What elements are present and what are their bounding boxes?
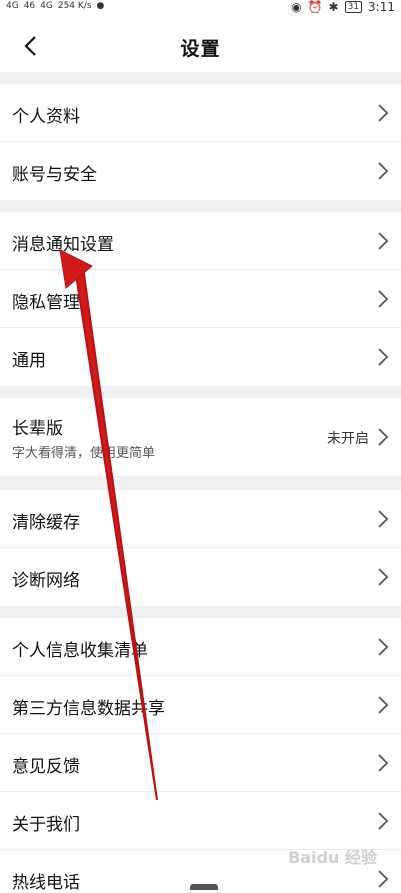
settings-item-notifications[interactable]: 消息通知设置 <box>0 212 401 270</box>
settings-item-description: 字大看得清，使用更简单 <box>12 446 156 461</box>
signal-label-2: 46 <box>23 1 36 11</box>
status-bar: 4G 46 4G 254 K/s ● ◉ ⏰ ✱ 31 3:11 <box>0 0 401 20</box>
settings-item-label: 通用 <box>12 351 46 371</box>
chevron-right-icon <box>378 568 389 586</box>
network-speed: 254 K/s <box>57 1 92 11</box>
settings-item-label: 第三方信息数据共享 <box>12 699 165 719</box>
chevron-right-icon <box>378 104 389 122</box>
settings-item-label: 热线电话 <box>12 873 80 893</box>
bottom-handle <box>190 884 218 890</box>
settings-item-label: 意见反馈 <box>12 757 80 777</box>
settings-item-label: 消息通知设置 <box>12 235 114 255</box>
chevron-right-icon <box>378 696 389 714</box>
settings-item-profile[interactable]: 个人资料 <box>0 84 401 142</box>
chevron-right-icon <box>378 870 389 888</box>
section-separator <box>0 72 401 84</box>
signal-label-1: 4G <box>6 1 19 11</box>
settings-item-about[interactable]: 关于我们 <box>0 792 401 850</box>
settings-item-label: 长辈版 <box>12 419 63 439</box>
chevron-right-icon <box>378 232 389 250</box>
settings-item-network-diagnosis[interactable]: 诊断网络 <box>0 548 401 606</box>
settings-item-label: 个人信息收集清单 <box>12 641 148 661</box>
chevron-right-icon <box>378 812 389 830</box>
section-separator <box>0 200 401 212</box>
alarm-icon: ⏰ <box>307 0 323 14</box>
section-separator <box>0 386 401 398</box>
settings-item-general[interactable]: 通用 <box>0 328 401 386</box>
status-bar-right: ◉ ⏰ ✱ 31 3:11 <box>291 0 395 14</box>
chevron-right-icon <box>378 348 389 366</box>
settings-item-label: 清除缓存 <box>12 513 80 533</box>
bluetooth-icon: ✱ <box>328 0 339 14</box>
settings-item-label: 账号与安全 <box>12 165 97 185</box>
watermark: Baidu 经验 <box>288 848 377 867</box>
chevron-right-icon <box>378 290 389 308</box>
chevron-right-icon <box>378 510 389 528</box>
section-separator <box>0 606 401 618</box>
top-bar: 设置 <box>0 20 401 72</box>
settings-item-account-security[interactable]: 账号与安全 <box>0 142 401 200</box>
chevron-right-icon <box>378 428 389 446</box>
settings-item-info-collection[interactable]: 个人信息收集清单 <box>0 618 401 676</box>
settings-item-label: 关于我们 <box>12 815 80 835</box>
chevron-right-icon <box>378 162 389 180</box>
page-title: 设置 <box>180 38 221 60</box>
chat-bubble-icon: ● <box>96 1 105 11</box>
settings-item-third-party-sharing[interactable]: 第三方信息数据共享 <box>0 676 401 734</box>
status-bar-left: 4G 46 4G 254 K/s ● <box>6 1 104 11</box>
status-time: 3:11 <box>368 0 395 14</box>
settings-item-clear-cache[interactable]: 清除缓存 <box>0 490 401 548</box>
eye-icon: ◉ <box>291 0 302 14</box>
settings-item-label: 隐私管理 <box>12 293 80 313</box>
settings-item-elder-mode[interactable]: 长辈版 字大看得清，使用更简单 未开启 <box>0 398 401 476</box>
signal-label-3: 4G <box>40 1 53 11</box>
settings-item-label: 诊断网络 <box>12 571 80 591</box>
settings-item-label: 个人资料 <box>12 107 80 127</box>
settings-item-feedback[interactable]: 意见反馈 <box>0 734 401 792</box>
chevron-right-icon <box>378 754 389 772</box>
section-separator <box>0 476 401 490</box>
battery-indicator: 31 <box>344 1 363 13</box>
status-value: 未开启 <box>327 431 369 447</box>
chevron-right-icon <box>378 638 389 656</box>
settings-item-privacy[interactable]: 隐私管理 <box>0 270 401 328</box>
